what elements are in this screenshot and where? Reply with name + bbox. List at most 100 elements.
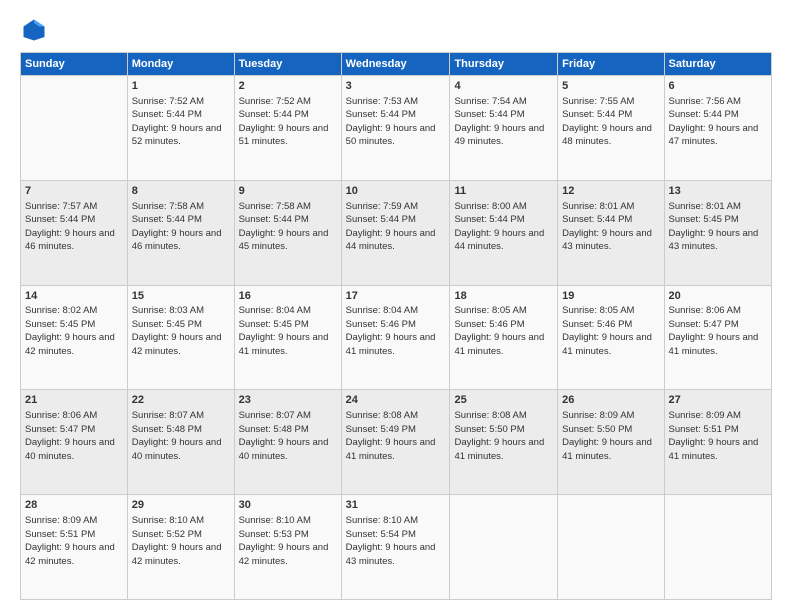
calendar-cell: [664, 495, 771, 600]
day-number: 29: [132, 498, 230, 513]
cell-sunrise: Sunrise: 8:00 AMSunset: 5:44 PMDaylight:…: [454, 201, 544, 253]
cell-sunrise: Sunrise: 7:52 AMSunset: 5:44 PMDaylight:…: [132, 96, 222, 148]
calendar-cell: 23 Sunrise: 8:07 AMSunset: 5:48 PMDaylig…: [234, 390, 341, 495]
cell-sunrise: Sunrise: 7:55 AMSunset: 5:44 PMDaylight:…: [562, 96, 652, 148]
cell-sunrise: Sunrise: 8:04 AMSunset: 5:46 PMDaylight:…: [346, 305, 436, 357]
day-header-tuesday: Tuesday: [234, 53, 341, 76]
day-number: 18: [454, 289, 553, 304]
calendar-cell: 1 Sunrise: 7:52 AMSunset: 5:44 PMDayligh…: [127, 76, 234, 181]
cell-sunrise: Sunrise: 7:56 AMSunset: 5:44 PMDaylight:…: [669, 96, 759, 148]
calendar-table: SundayMondayTuesdayWednesdayThursdayFrid…: [20, 52, 772, 600]
cell-sunrise: Sunrise: 8:05 AMSunset: 5:46 PMDaylight:…: [562, 305, 652, 357]
header: [20, 16, 772, 44]
cell-sunrise: Sunrise: 8:08 AMSunset: 5:49 PMDaylight:…: [346, 410, 436, 462]
calendar-body: 1 Sunrise: 7:52 AMSunset: 5:44 PMDayligh…: [21, 76, 772, 600]
day-header-wednesday: Wednesday: [341, 53, 450, 76]
cell-sunrise: Sunrise: 8:07 AMSunset: 5:48 PMDaylight:…: [239, 410, 329, 462]
calendar-cell: 6 Sunrise: 7:56 AMSunset: 5:44 PMDayligh…: [664, 76, 771, 181]
cell-sunrise: Sunrise: 7:58 AMSunset: 5:44 PMDaylight:…: [132, 201, 222, 253]
day-number: 21: [25, 393, 123, 408]
calendar-cell: 27 Sunrise: 8:09 AMSunset: 5:51 PMDaylig…: [664, 390, 771, 495]
day-number: 17: [346, 289, 446, 304]
calendar-cell: 12 Sunrise: 8:01 AMSunset: 5:44 PMDaylig…: [558, 180, 664, 285]
calendar-cell: [450, 495, 558, 600]
calendar-cell: 11 Sunrise: 8:00 AMSunset: 5:44 PMDaylig…: [450, 180, 558, 285]
cell-sunrise: Sunrise: 8:10 AMSunset: 5:52 PMDaylight:…: [132, 515, 222, 567]
calendar-cell: 30 Sunrise: 8:10 AMSunset: 5:53 PMDaylig…: [234, 495, 341, 600]
day-number: 15: [132, 289, 230, 304]
day-number: 14: [25, 289, 123, 304]
logo-icon: [20, 16, 48, 44]
calendar-cell: 18 Sunrise: 8:05 AMSunset: 5:46 PMDaylig…: [450, 285, 558, 390]
calendar-header: SundayMondayTuesdayWednesdayThursdayFrid…: [21, 53, 772, 76]
cell-sunrise: Sunrise: 7:57 AMSunset: 5:44 PMDaylight:…: [25, 201, 115, 253]
day-number: 2: [239, 79, 337, 94]
cell-sunrise: Sunrise: 8:09 AMSunset: 5:51 PMDaylight:…: [669, 410, 759, 462]
calendar-cell: 2 Sunrise: 7:52 AMSunset: 5:44 PMDayligh…: [234, 76, 341, 181]
logo: [20, 16, 52, 44]
day-header-sunday: Sunday: [21, 53, 128, 76]
cell-sunrise: Sunrise: 7:52 AMSunset: 5:44 PMDaylight:…: [239, 96, 329, 148]
day-number: 16: [239, 289, 337, 304]
calendar-cell: 16 Sunrise: 8:04 AMSunset: 5:45 PMDaylig…: [234, 285, 341, 390]
calendar-cell: 17 Sunrise: 8:04 AMSunset: 5:46 PMDaylig…: [341, 285, 450, 390]
day-number: 11: [454, 184, 553, 199]
cell-sunrise: Sunrise: 8:09 AMSunset: 5:50 PMDaylight:…: [562, 410, 652, 462]
calendar-week-1: 1 Sunrise: 7:52 AMSunset: 5:44 PMDayligh…: [21, 76, 772, 181]
day-number: 8: [132, 184, 230, 199]
day-number: 4: [454, 79, 553, 94]
day-number: 13: [669, 184, 767, 199]
cell-sunrise: Sunrise: 8:02 AMSunset: 5:45 PMDaylight:…: [25, 305, 115, 357]
calendar-cell: [558, 495, 664, 600]
calendar-cell: 31 Sunrise: 8:10 AMSunset: 5:54 PMDaylig…: [341, 495, 450, 600]
day-header-monday: Monday: [127, 53, 234, 76]
day-number: 25: [454, 393, 553, 408]
cell-sunrise: Sunrise: 8:01 AMSunset: 5:45 PMDaylight:…: [669, 201, 759, 253]
calendar-cell: 3 Sunrise: 7:53 AMSunset: 5:44 PMDayligh…: [341, 76, 450, 181]
cell-sunrise: Sunrise: 8:10 AMSunset: 5:54 PMDaylight:…: [346, 515, 436, 567]
day-header-saturday: Saturday: [664, 53, 771, 76]
cell-sunrise: Sunrise: 8:01 AMSunset: 5:44 PMDaylight:…: [562, 201, 652, 253]
day-number: 6: [669, 79, 767, 94]
cell-sunrise: Sunrise: 8:06 AMSunset: 5:47 PMDaylight:…: [669, 305, 759, 357]
calendar-week-5: 28 Sunrise: 8:09 AMSunset: 5:51 PMDaylig…: [21, 495, 772, 600]
calendar-cell: 5 Sunrise: 7:55 AMSunset: 5:44 PMDayligh…: [558, 76, 664, 181]
cell-sunrise: Sunrise: 7:59 AMSunset: 5:44 PMDaylight:…: [346, 201, 436, 253]
calendar-cell: 9 Sunrise: 7:58 AMSunset: 5:44 PMDayligh…: [234, 180, 341, 285]
day-number: 30: [239, 498, 337, 513]
calendar-cell: 21 Sunrise: 8:06 AMSunset: 5:47 PMDaylig…: [21, 390, 128, 495]
cell-sunrise: Sunrise: 8:09 AMSunset: 5:51 PMDaylight:…: [25, 515, 115, 567]
day-header-friday: Friday: [558, 53, 664, 76]
calendar-cell: 20 Sunrise: 8:06 AMSunset: 5:47 PMDaylig…: [664, 285, 771, 390]
day-number: 1: [132, 79, 230, 94]
day-number: 12: [562, 184, 659, 199]
page: SundayMondayTuesdayWednesdayThursdayFrid…: [0, 0, 792, 612]
calendar-week-3: 14 Sunrise: 8:02 AMSunset: 5:45 PMDaylig…: [21, 285, 772, 390]
day-number: 20: [669, 289, 767, 304]
calendar-cell: 29 Sunrise: 8:10 AMSunset: 5:52 PMDaylig…: [127, 495, 234, 600]
cell-sunrise: Sunrise: 8:03 AMSunset: 5:45 PMDaylight:…: [132, 305, 222, 357]
calendar-cell: 14 Sunrise: 8:02 AMSunset: 5:45 PMDaylig…: [21, 285, 128, 390]
day-number: 19: [562, 289, 659, 304]
day-number: 23: [239, 393, 337, 408]
calendar-cell: 13 Sunrise: 8:01 AMSunset: 5:45 PMDaylig…: [664, 180, 771, 285]
day-number: 26: [562, 393, 659, 408]
calendar-cell: 25 Sunrise: 8:08 AMSunset: 5:50 PMDaylig…: [450, 390, 558, 495]
day-number: 3: [346, 79, 446, 94]
day-number: 9: [239, 184, 337, 199]
day-number: 22: [132, 393, 230, 408]
day-header-thursday: Thursday: [450, 53, 558, 76]
cell-sunrise: Sunrise: 8:10 AMSunset: 5:53 PMDaylight:…: [239, 515, 329, 567]
day-number: 31: [346, 498, 446, 513]
day-number: 24: [346, 393, 446, 408]
cell-sunrise: Sunrise: 8:08 AMSunset: 5:50 PMDaylight:…: [454, 410, 544, 462]
cell-sunrise: Sunrise: 7:53 AMSunset: 5:44 PMDaylight:…: [346, 96, 436, 148]
calendar-cell: 19 Sunrise: 8:05 AMSunset: 5:46 PMDaylig…: [558, 285, 664, 390]
calendar-cell: 7 Sunrise: 7:57 AMSunset: 5:44 PMDayligh…: [21, 180, 128, 285]
calendar-cell: [21, 76, 128, 181]
cell-sunrise: Sunrise: 8:05 AMSunset: 5:46 PMDaylight:…: [454, 305, 544, 357]
day-number: 10: [346, 184, 446, 199]
calendar-week-2: 7 Sunrise: 7:57 AMSunset: 5:44 PMDayligh…: [21, 180, 772, 285]
day-number: 5: [562, 79, 659, 94]
cell-sunrise: Sunrise: 7:58 AMSunset: 5:44 PMDaylight:…: [239, 201, 329, 253]
